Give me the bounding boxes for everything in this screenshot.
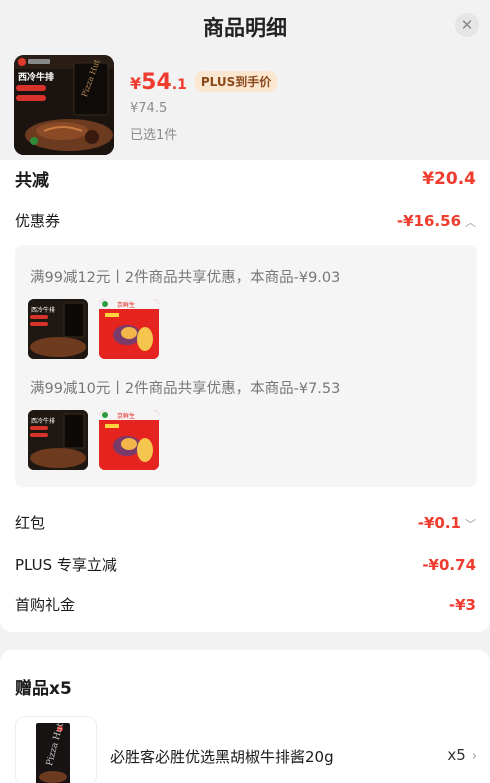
gift-image: Pizza Hut [15, 716, 97, 783]
thumb-potato-label: 京鲜生 [117, 301, 135, 309]
plus-price-tag: PLUS到手价 [194, 71, 278, 92]
plus-discount-value: -¥0.74 [422, 555, 476, 574]
gifts-title: 赠品x5 [15, 679, 72, 699]
chevron-down-icon[interactable]: ﹀ [465, 518, 476, 531]
selected-count: 已选1件 [130, 128, 178, 143]
total-discount-label: 共减 [15, 171, 49, 191]
header: 商品明细 ✕ Pizza Hut 西冷牛排 ¥ 54 .1 PLUS到手价 ¥7… [0, 0, 490, 160]
chevron-right-icon: › [471, 749, 477, 764]
firstbuy-label: 首购礼金 [15, 596, 76, 614]
chevron-up-icon[interactable]: ︿ [465, 216, 476, 229]
gift-item-qty[interactable]: x5 › [447, 746, 477, 764]
gifts-card: 赠品x5 Pizza Hut 必胜客必胜优选黑胡椒牛排酱20g x5 › [0, 650, 490, 783]
firstbuy-value: -¥3 [448, 595, 476, 614]
page-title: 商品明细 [203, 16, 287, 40]
redpacket-row[interactable]: 红包 -¥0.1 ﹀ [15, 512, 476, 533]
thumb-steak-label: 西冷牛排 [31, 306, 55, 314]
coupon-row[interactable]: 优惠券 -¥16.56 ︿ [15, 210, 476, 231]
plus-discount-label: PLUS 专享立减 [15, 556, 117, 574]
close-icon[interactable]: ✕ [455, 13, 479, 37]
total-discount-value: ¥20.4 [422, 168, 476, 189]
discount-details-card: 共减 ¥20.4 优惠券 -¥16.56 ︿ 满99减12元丨2件商品共享优惠，本… [0, 160, 490, 632]
coupon-value: -¥16.56 [396, 211, 461, 230]
plus-discount-row: PLUS 专享立减 -¥0.74 [15, 554, 476, 575]
price-integer: 54 [141, 70, 172, 95]
coupon-detail-box: 满99减12元丨2件商品共享优惠，本商品-¥9.03 西冷牛排 京鲜生 满99减… [15, 245, 477, 487]
total-discount-row: 共减 ¥20.4 [15, 166, 476, 192]
redpacket-value-wrap: -¥0.1 ﹀ [418, 514, 476, 532]
gift-qty-text: x5 [447, 746, 466, 764]
sweet-potato-thumbnail: 京鲜生 [99, 299, 159, 359]
redpacket-label: 红包 [15, 514, 46, 532]
thumb-steak-label: 西冷牛排 [31, 417, 55, 425]
thumb-potato-label: 京鲜生 [117, 412, 135, 420]
coupon-value-wrap: -¥16.56 ︿ [397, 212, 476, 230]
redpacket-value: -¥0.1 [417, 513, 461, 532]
steak-thumbnail: 西冷牛排 [28, 299, 88, 359]
sweet-potato-thumbnail: 京鲜生 [99, 410, 159, 470]
product-image: Pizza Hut 西冷牛排 [14, 55, 114, 155]
coupon-label: 优惠券 [15, 212, 61, 230]
product-image-label: 西冷牛排 [18, 71, 54, 83]
coupon-detail-line: 满99减10元丨2件商品共享优惠，本商品-¥7.53 [30, 381, 341, 397]
original-price: ¥74.5 [130, 101, 168, 116]
price-decimal: .1 [171, 77, 187, 93]
price-line: ¥ 54 .1 PLUS到手价 [130, 70, 278, 95]
firstbuy-row: 首购礼金 -¥3 [15, 594, 476, 615]
coupon-detail-line: 满99减12元丨2件商品共享优惠，本商品-¥9.03 [30, 270, 341, 286]
price-currency: ¥ [130, 74, 142, 93]
steak-thumbnail: 西冷牛排 [28, 410, 88, 470]
gift-item-name[interactable]: 必胜客必胜优选黑胡椒牛排酱20g [110, 746, 334, 767]
